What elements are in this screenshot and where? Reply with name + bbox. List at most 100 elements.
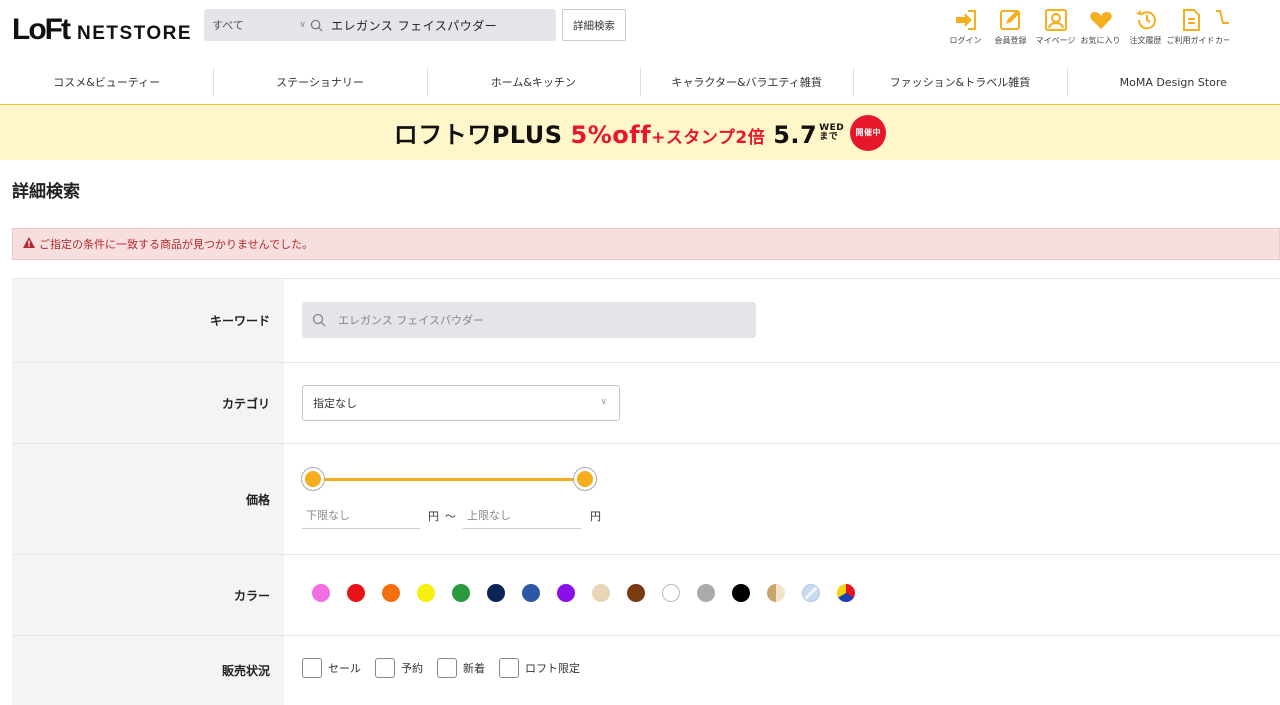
no-results-alert: ご指定の条件に一致する商品が見つかりませんでした。 [12, 228, 1280, 260]
color-swatch-navy[interactable] [487, 584, 505, 602]
chevron-down-icon: ∨ [299, 20, 306, 30]
color-swatch-blue[interactable] [522, 584, 540, 602]
banner-discount: 5%off [570, 120, 652, 149]
color-label: カラー [12, 555, 284, 635]
price-max-unit: 円 [590, 510, 601, 523]
banner-date-until: まで [819, 131, 839, 142]
price-separator: 〜 [445, 510, 456, 523]
status-preorder-checkbox[interactable]: 予約 [375, 658, 423, 678]
price-slider-min-handle[interactable] [302, 468, 324, 490]
color-swatch-gold[interactable] [767, 584, 785, 602]
status-loft-limited-label: ロフト限定 [525, 662, 580, 675]
login-icon [953, 8, 979, 32]
price-min-input[interactable]: 下限なし [302, 501, 420, 529]
category-moma[interactable]: MoMA Design Store [1066, 62, 1280, 102]
category-row: カテゴリ 指定なし ∨ [12, 362, 1280, 443]
color-swatch-gray[interactable] [697, 584, 715, 602]
banner-date: 5.7 [773, 120, 818, 149]
color-swatch-yellow[interactable] [417, 584, 435, 602]
nav-register-label: 会員登録 [994, 36, 1027, 45]
color-swatch-green[interactable] [452, 584, 470, 602]
keyword-row: キーワード エレガンス フェイスパウダー [12, 278, 1280, 362]
register-icon [998, 8, 1024, 32]
keyword-input[interactable]: エレガンス フェイスパウダー [302, 302, 756, 338]
color-swatch-black[interactable] [732, 584, 750, 602]
site-logo[interactable]: LoFt NETSTORE [12, 13, 192, 47]
price-max-input[interactable]: 上限なし [463, 501, 581, 529]
logo-netstore: NETSTORE [76, 23, 193, 44]
price-row: 価格 下限なし 円 〜 上限なし 円 [12, 443, 1280, 554]
checkbox-box[interactable] [437, 658, 457, 678]
status-row: 販売状況 セール 予約 新着 ロフト限定 [12, 635, 1280, 705]
search-category-select[interactable]: すべて ∨ [204, 9, 310, 41]
status-checkboxes: セール 予約 新着 ロフト限定 [302, 658, 594, 678]
price-slider-max-handle[interactable] [574, 468, 596, 490]
search-icon [312, 313, 326, 327]
header-icon-nav: ログイン 会員登録 マイページ お気に入り 注文履歴 ご利用ガイド カー [945, 8, 1280, 50]
color-row: カラー [12, 554, 1280, 635]
status-sale-label: セール [328, 662, 361, 675]
color-swatch-multi[interactable] [837, 584, 855, 602]
status-new-checkbox[interactable]: 新着 [437, 658, 485, 678]
color-swatch-brown[interactable] [627, 584, 645, 602]
nav-login-label: ログイン [949, 36, 982, 45]
category-select[interactable]: 指定なし ∨ [302, 385, 620, 421]
nav-cart[interactable]: カー [1215, 8, 1229, 50]
nav-order-history-label: 注文履歴 [1129, 36, 1162, 45]
banner-main: ロフトワPLUS [393, 120, 563, 149]
promo-banner[interactable]: ロフトワPLUS 5%off +スタンプ2倍 5.7 WED まで 開催中 [0, 105, 1280, 160]
status-label: 販売状況 [12, 636, 284, 705]
search-input[interactable]: エレガンス フェイスパウダー [310, 9, 556, 41]
history-icon [1133, 8, 1159, 32]
nav-register[interactable]: 会員登録 [990, 8, 1031, 50]
color-swatch-orange[interactable] [382, 584, 400, 602]
checkbox-box[interactable] [302, 658, 322, 678]
advanced-search-button[interactable]: 詳細検索 [562, 9, 626, 41]
status-sale-checkbox[interactable]: セール [302, 658, 361, 678]
color-swatch-white[interactable] [662, 584, 680, 602]
banner-plus: +スタンプ2倍 [651, 127, 766, 148]
page-title: 詳細検索 [12, 182, 80, 202]
category-stationery[interactable]: ステーショナリー [213, 62, 426, 102]
nav-favorites-label: お気に入り [1080, 36, 1121, 45]
status-loft-limited-checkbox[interactable]: ロフト限定 [499, 658, 580, 678]
category-nav: コスメ&ビューティー ステーショナリー ホーム&キッチン キャラクター&バラエテ… [0, 62, 1280, 102]
category-character[interactable]: キャラクター&バラエティ雑貨 [639, 62, 853, 102]
nav-guide[interactable]: ご利用ガイド [1167, 8, 1215, 50]
price-min-unit: 円 [428, 510, 439, 523]
category-label: カテゴリ [12, 363, 284, 443]
status-new-label: 新着 [463, 662, 485, 675]
nav-order-history[interactable]: 注文履歴 [1125, 8, 1166, 50]
keyword-value: エレガンス フェイスパウダー [338, 314, 484, 327]
nav-login[interactable]: ログイン [945, 8, 986, 50]
color-swatch-beige[interactable] [592, 584, 610, 602]
warning-icon [23, 237, 35, 251]
color-swatch-silver[interactable] [802, 584, 820, 602]
price-slider-track [314, 478, 586, 481]
checkbox-box[interactable] [375, 658, 395, 678]
color-swatch-purple[interactable] [557, 584, 575, 602]
category-cosme[interactable]: コスメ&ビューティー [0, 62, 213, 102]
price-label: 価格 [12, 444, 284, 554]
site-header: LoFt NETSTORE すべて ∨ エレガンス フェイスパウダー 詳細検索 … [0, 0, 1280, 56]
category-fashion-travel[interactable]: ファッション&トラベル雑貨 [853, 62, 1066, 102]
search-icon [310, 19, 323, 31]
nav-mypage[interactable]: マイページ [1035, 8, 1076, 50]
search-category-value: すべて [212, 19, 244, 32]
color-swatch-pink[interactable] [312, 584, 330, 602]
logo-loft: LoFt [12, 13, 71, 46]
checkbox-box[interactable] [499, 658, 519, 678]
banner-date-sub: WED まで [817, 123, 844, 142]
search-query: エレガンス フェイスパウダー [331, 18, 498, 33]
category-home-kitchen[interactable]: ホーム&キッチン [426, 62, 640, 102]
status-preorder-label: 予約 [401, 662, 423, 675]
advanced-search-form: キーワード エレガンス フェイスパウダー カテゴリ 指定なし ∨ 価格 下限なし… [12, 278, 1280, 705]
color-swatch-red[interactable] [347, 584, 365, 602]
category-select-value: 指定なし [313, 397, 357, 410]
nav-favorites[interactable]: お気に入り [1080, 8, 1121, 50]
banner-badge: 開催中 [850, 114, 887, 151]
color-swatches [312, 584, 872, 602]
keyword-label: キーワード [12, 279, 284, 362]
promo-banner-text: ロフトワPLUS 5%off +スタンプ2倍 5.7 WED まで 開催中 [393, 114, 887, 151]
nav-cart-label: カー [1215, 36, 1229, 45]
